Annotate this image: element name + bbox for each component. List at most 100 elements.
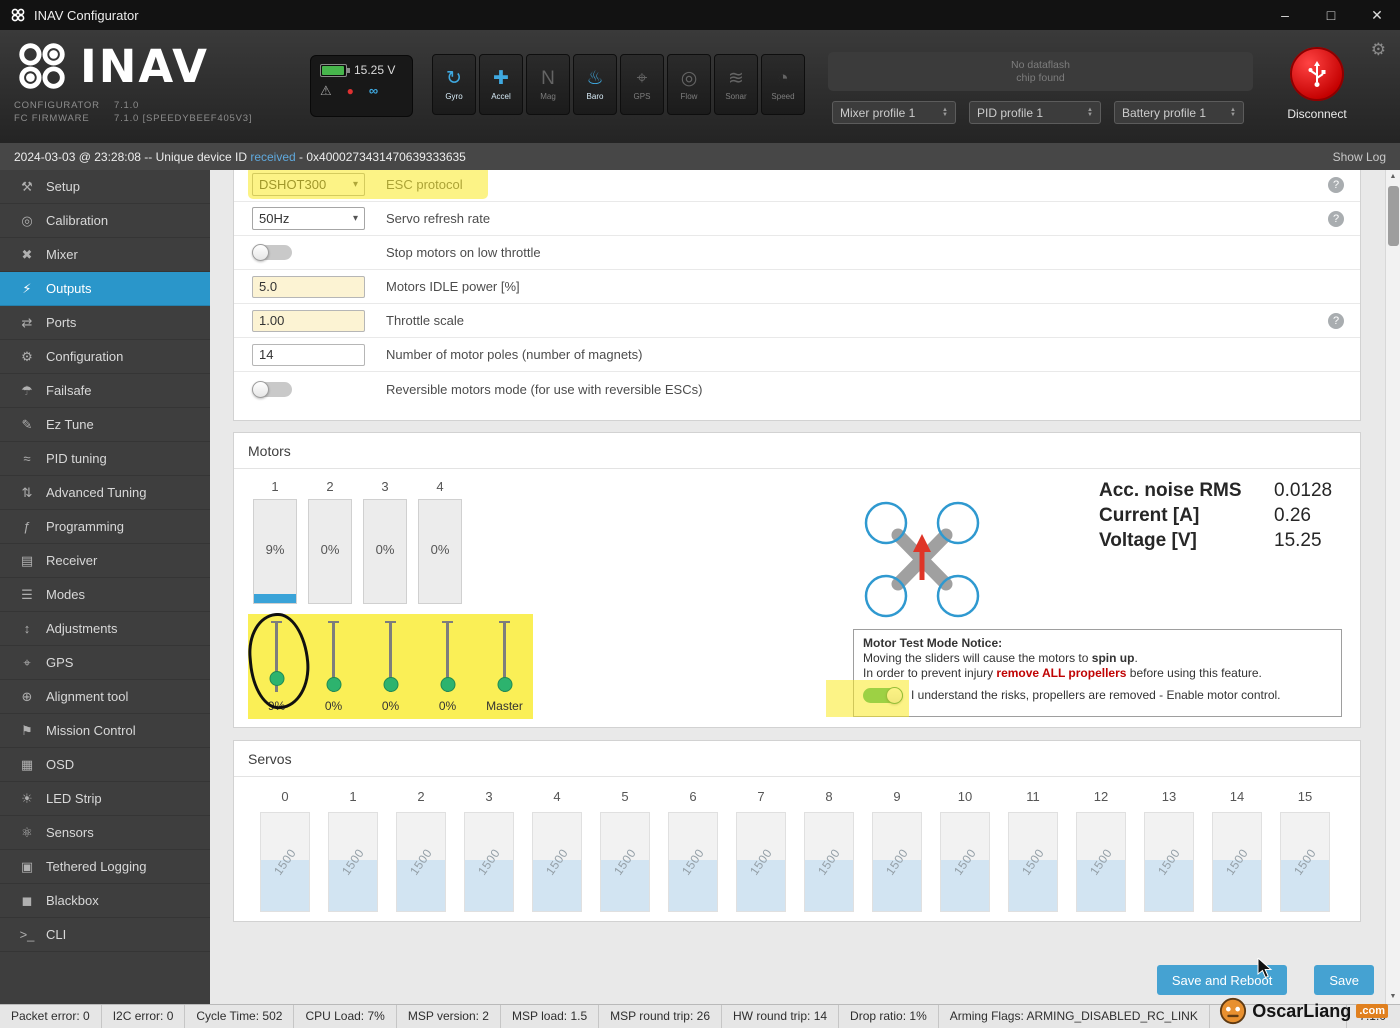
sidebar-item-failsafe[interactable]: ☂ Failsafe: [0, 374, 210, 408]
reversible-motors-row: Reversible motors mode (for use with rev…: [234, 372, 1360, 406]
sidebar-item-label: Mixer: [46, 247, 78, 262]
status-item: I2C error: 0: [102, 1005, 186, 1028]
sidebar-item-label: Sensors: [46, 825, 94, 840]
slider-knob[interactable]: [269, 670, 284, 686]
esc-protocol-select[interactable]: DSHOT300: [252, 173, 365, 196]
slider-track[interactable]: [440, 621, 455, 692]
sensor-mag: N Mag: [526, 54, 570, 115]
sensor-baro: ♨ Baro: [573, 54, 617, 115]
motor-slider[interactable]: 0%: [362, 621, 419, 719]
toggle-knob[interactable]: [886, 687, 903, 704]
settings-gear-icon[interactable]: [1371, 40, 1386, 60]
minimize-button[interactable]: –: [1262, 0, 1308, 30]
save-button[interactable]: Save: [1314, 965, 1374, 995]
close-button[interactable]: ✕: [1354, 0, 1400, 30]
sidebar-item-mission-control[interactable]: ⚑ Mission Control: [0, 714, 210, 748]
mixer-profile-select[interactable]: Mixer profile 1: [832, 101, 956, 124]
scroll-up-arrow[interactable]: [1386, 170, 1400, 184]
sidebar-item-setup[interactable]: ⚒ Setup: [0, 170, 210, 204]
sidebar-item-ports[interactable]: ⇄ Ports: [0, 306, 210, 340]
help-icon[interactable]: [1328, 210, 1344, 227]
watermark-logo-icon: [1220, 997, 1247, 1025]
maximize-button[interactable]: □: [1308, 0, 1354, 30]
motor-slider[interactable]: 0%: [305, 621, 362, 719]
slider-knob[interactable]: [383, 677, 398, 692]
main-content: DSHOT300 ESC protocol 50Hz Servo refresh…: [210, 170, 1400, 1004]
sidebar-item-blackbox[interactable]: ◼ Blackbox: [0, 884, 210, 918]
servo-bar: 1500: [1280, 812, 1330, 912]
sensor-flow: ◎ Flow: [667, 54, 711, 115]
servo-channel: 6 1500: [668, 789, 718, 912]
sidebar-item-sensors[interactable]: ⚛ Sensors: [0, 816, 210, 850]
sidebar-item-tethered-logging[interactable]: ▣ Tethered Logging: [0, 850, 210, 884]
battery-profile-select[interactable]: Battery profile 1: [1114, 101, 1244, 124]
motor-slider[interactable]: Master: [476, 621, 533, 719]
sidebar-item-label: LED Strip: [46, 791, 102, 806]
sidebar-item-osd[interactable]: ▦ OSD: [0, 748, 210, 782]
servo-channel: 12 1500: [1076, 789, 1126, 912]
sidebar-item-pid-tuning[interactable]: ≈ PID tuning: [0, 442, 210, 476]
sidebar-item-adjustments[interactable]: ↕ Adjustments: [0, 612, 210, 646]
pid-profile-select[interactable]: PID profile 1: [969, 101, 1101, 124]
toggle-knob[interactable]: [252, 380, 269, 398]
sidebar-item-programming[interactable]: ƒ Programming: [0, 510, 210, 544]
slider-track[interactable]: [269, 621, 284, 692]
sidebar-item-calibration[interactable]: ◎ Calibration: [0, 204, 210, 238]
slider-track[interactable]: [497, 621, 512, 692]
toggle-knob[interactable]: [252, 244, 269, 261]
sidebar-item-receiver[interactable]: ▤ Receiver: [0, 544, 210, 578]
sonar-icon: ≋: [728, 67, 744, 89]
show-log-button[interactable]: Show Log: [1333, 150, 1386, 164]
sidebar-item-modes[interactable]: ☰ Modes: [0, 578, 210, 612]
vertical-scrollbar[interactable]: [1385, 170, 1400, 1004]
profile-selectors: Mixer profile 1 PID profile 1 Battery pr…: [832, 101, 1244, 124]
slider-label: 0%: [324, 699, 343, 713]
motor-number: 2: [326, 479, 334, 494]
logo-text: INAV: [80, 39, 210, 93]
sidebar-item-gps[interactable]: ⌖ GPS: [0, 646, 210, 680]
sidebar-item-led-strip[interactable]: ☀ LED Strip: [0, 782, 210, 816]
advanced-tuning-icon: ⇅: [21, 484, 33, 500]
idle-power-input[interactable]: [252, 275, 365, 298]
status-item: Arming Flags: ARMING_DISABLED_RC_LINK: [939, 1005, 1210, 1028]
servo-channel: 1 1500: [328, 789, 378, 912]
configuration-icon: ⚙: [21, 348, 33, 364]
sidebar-item-label: Modes: [46, 587, 86, 602]
slider-knob[interactable]: [440, 677, 455, 692]
sidebar-item-configuration[interactable]: ⚙ Configuration: [0, 340, 210, 374]
throttle-scale-input[interactable]: [252, 309, 365, 332]
sidebar-item-ez-tune[interactable]: ✎ Ez Tune: [0, 408, 210, 442]
scroll-down-arrow[interactable]: [1386, 990, 1400, 1004]
servo-channel: 14 1500: [1212, 789, 1262, 912]
stop-motors-toggle[interactable]: [252, 244, 292, 261]
sidebar-item-advanced-tuning[interactable]: ⇅ Advanced Tuning: [0, 476, 210, 510]
motor-control-enable-toggle[interactable]: [863, 687, 903, 704]
idle-power-row: Motors IDLE power [%]: [234, 270, 1360, 304]
sidebar-item-outputs[interactable]: ⚡ Outputs: [0, 272, 210, 306]
sidebar-item-label: Alignment tool: [46, 689, 129, 704]
receiver-icon: ▤: [20, 552, 34, 568]
servo-refresh-select[interactable]: 50Hz: [252, 207, 365, 230]
slider-track[interactable]: [326, 621, 341, 692]
slider-track[interactable]: [383, 621, 398, 692]
telemetry-label: Current [A]: [1099, 505, 1200, 526]
motor-slider[interactable]: 9%: [248, 621, 305, 719]
motor-poles-input[interactable]: [252, 343, 365, 366]
servos-card: Servos 0 1500 1 1500 2 1500 3 1500 4 150…: [233, 740, 1361, 922]
disconnect-control[interactable]: Disconnect: [1284, 47, 1350, 121]
slider-knob[interactable]: [497, 677, 512, 692]
help-icon[interactable]: [1328, 312, 1344, 329]
disconnect-usb-icon[interactable]: [1290, 47, 1344, 101]
reversible-motors-toggle[interactable]: [252, 380, 292, 398]
motor-sliders-highlight: 9% 0% 0% 0% Master: [248, 614, 533, 719]
sidebar-item-cli[interactable]: >_ CLI: [0, 918, 210, 952]
slider-knob[interactable]: [326, 677, 341, 692]
help-icon[interactable]: [1328, 176, 1344, 193]
telemetry-value: 15.25: [1274, 530, 1322, 551]
motor-slider[interactable]: 0%: [419, 621, 476, 719]
sidebar-item-mixer[interactable]: ✖ Mixer: [0, 238, 210, 272]
warning-icon: [320, 84, 332, 97]
sidebar-item-alignment-tool[interactable]: ⊕ Alignment tool: [0, 680, 210, 714]
servo-channel: 9 1500: [872, 789, 922, 912]
scroll-thumb[interactable]: [1388, 186, 1399, 246]
